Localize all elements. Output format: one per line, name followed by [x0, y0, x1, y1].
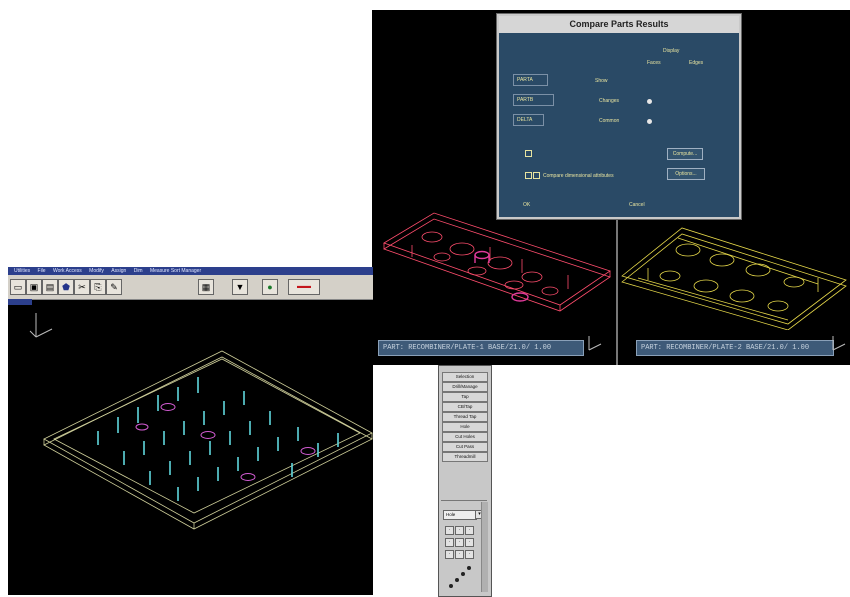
axis-triad-main	[29, 313, 53, 338]
part-a-field[interactable]: PARTA	[513, 74, 548, 86]
person-icon[interactable]: ●	[262, 279, 278, 295]
funnel-icon[interactable]: ▼	[232, 279, 248, 295]
print-icon[interactable]: ▤	[42, 279, 58, 295]
save-icon[interactable]: ▣	[26, 279, 42, 295]
viewport-divider	[616, 210, 618, 365]
app-toolbar: ▭ ▣ ▤ ⬟ ✂ ⎘ ✎ ▦ ▼ ● ▬▬	[8, 275, 373, 300]
app-menubar: Utilities File Work Access Modify Assign…	[8, 267, 373, 275]
panel-divider	[441, 500, 487, 501]
command-panel: Selection Drill/Manage Tap CB/Tap Thread…	[438, 365, 492, 597]
menu-measure[interactable]: Measure Sort Manager	[150, 268, 201, 274]
common-label: Common	[599, 118, 620, 124]
grid-btn-6[interactable]: ·	[465, 538, 474, 547]
panel-scrollbar[interactable]	[481, 502, 488, 592]
cut-icon[interactable]: ✂	[74, 279, 90, 295]
compare-dimensional-checkbox-2[interactable]	[533, 172, 540, 179]
menu-modify[interactable]: Modify	[89, 268, 104, 274]
option-checkbox-1[interactable]	[525, 150, 532, 157]
dialog-title: Compare Parts Results	[499, 16, 739, 33]
status-bar-right: PART: RECOMBINER/PLATE-2 BASE/21.0/ 1.00	[636, 340, 834, 356]
changes-label: Changes	[599, 98, 620, 104]
grid-btn-7[interactable]: ·	[445, 550, 454, 559]
axis-triad-right	[832, 336, 846, 351]
status-bar-left: PART: RECOMBINER/PLATE-1 BASE/21.0/ 1.00	[378, 340, 584, 356]
grid-btn-8[interactable]: ·	[455, 550, 464, 559]
cam-application-window: Utilities File Work Access Modify Assign…	[8, 267, 373, 595]
grid-btn-4[interactable]: ·	[445, 538, 454, 547]
show-label: Show	[595, 78, 608, 84]
grid-btn-5[interactable]: ·	[455, 538, 464, 547]
header-edges: Edges	[689, 60, 704, 66]
main-part-wireframe	[43, 350, 373, 530]
axis-triad-left	[588, 336, 602, 351]
wireframe-part-a	[383, 212, 611, 312]
grid-btn-9[interactable]: ·	[465, 550, 474, 559]
menu-file[interactable]: File	[38, 268, 46, 274]
shield-icon[interactable]: ⬟	[58, 279, 74, 295]
header-faces: Faces	[647, 60, 661, 66]
changes-radio[interactable]	[647, 99, 652, 104]
header-display: Display	[663, 48, 680, 54]
copy-icon[interactable]: ⎘	[90, 279, 106, 295]
type-dropdown[interactable]: Hole	[443, 510, 477, 520]
options-button[interactable]: Options...	[667, 168, 705, 180]
app-tab[interactable]	[8, 299, 32, 305]
chart-icon[interactable]: ▦	[198, 279, 214, 295]
open-icon[interactable]: ▭	[10, 279, 26, 295]
cmd-tap[interactable]: Tap	[442, 392, 488, 402]
menu-utilities[interactable]: Utilities	[14, 268, 30, 274]
grid-btn-2[interactable]: ·	[455, 526, 464, 535]
note-icon[interactable]: ✎	[106, 279, 122, 295]
cmd-drill-manage[interactable]: Drill/Manage	[442, 382, 488, 392]
compare-parts-dialog: Compare Parts Results Display Faces Edge…	[497, 14, 741, 219]
menu-work-access[interactable]: Work Access	[53, 268, 82, 274]
ok-button[interactable]: OK	[523, 202, 530, 208]
cmd-hole[interactable]: Hole	[442, 422, 488, 432]
logo-icon: ▬▬	[288, 279, 320, 295]
cmd-threadmill[interactable]: Threadmill	[442, 452, 488, 462]
compare-dimensional-checkbox[interactable]	[525, 172, 532, 179]
part-b-field[interactable]: PARTB	[513, 94, 554, 106]
cmd-cb-tap[interactable]: CB/Tap	[442, 402, 488, 412]
grid-btn-3[interactable]: ·	[465, 526, 474, 535]
compare-viewports: PART: RECOMBINER/PLATE-1 BASE/21.0/ 1.00…	[372, 10, 850, 365]
cmd-cut-holes[interactable]: Cut Holes	[442, 432, 488, 442]
common-radio[interactable]	[647, 119, 652, 124]
menu-dim[interactable]: Dim	[134, 268, 143, 274]
cmd-cut-pass[interactable]: Cut Pass	[442, 442, 488, 452]
menu-assign[interactable]: Assign	[111, 268, 126, 274]
compare-dimensional-label: Compare dimensional attributes	[543, 173, 614, 179]
cmd-thread-tap[interactable]: Thread Tap	[442, 412, 488, 422]
delta-field[interactable]: DELTA	[513, 114, 544, 126]
cancel-button[interactable]: Cancel	[629, 202, 645, 208]
wireframe-part-b	[621, 227, 847, 330]
cmd-selection[interactable]: Selection	[442, 372, 488, 382]
pattern-icon[interactable]	[445, 564, 475, 592]
grid-btn-1[interactable]: ·	[445, 526, 454, 535]
compute-button[interactable]: Compute...	[667, 148, 703, 160]
